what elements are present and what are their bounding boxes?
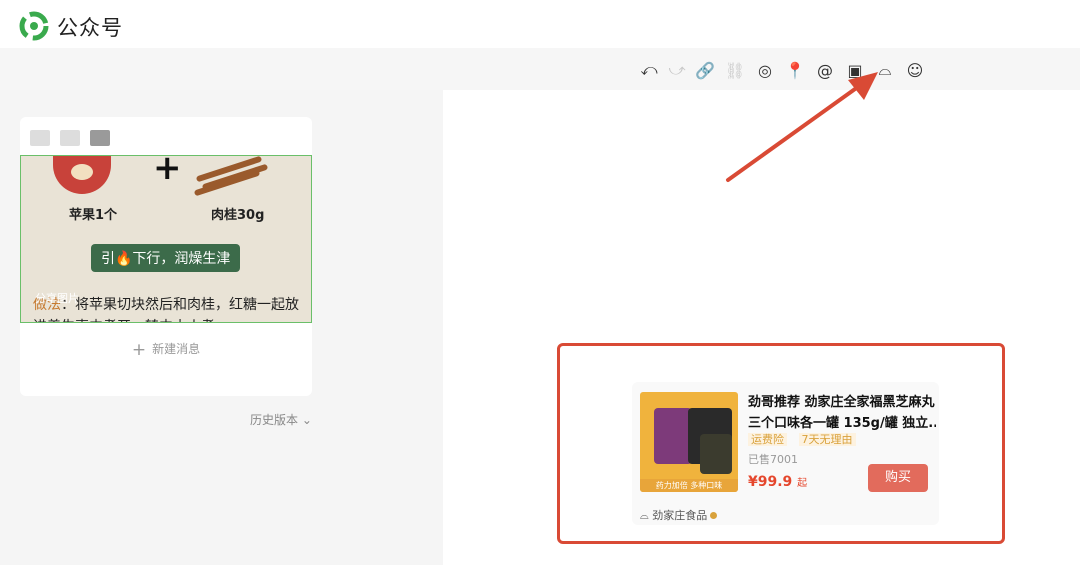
- product-image-caption: 药力加倍 多种口味: [640, 479, 738, 492]
- product-tags: 运费险 7天无理由: [748, 431, 864, 447]
- shop-icon[interactable]: ⌓: [874, 59, 896, 81]
- unlink-icon[interactable]: ⛓: [724, 59, 746, 81]
- redo-icon[interactable]: ⤻: [666, 59, 688, 81]
- mention-icon[interactable]: @: [814, 59, 836, 81]
- jar-image: [700, 434, 732, 474]
- jar-image: [654, 408, 692, 464]
- verified-badge-icon: [710, 512, 718, 519]
- new-message-label: 新建消息: [152, 342, 201, 356]
- thumb-tag: 引🔥下行，润燥生津: [91, 244, 241, 272]
- price-value: ¥99.9: [748, 474, 793, 490]
- shop-icon: ⌓: [640, 509, 649, 522]
- history-version-link[interactable]: 历史版本 ⌄: [250, 411, 312, 428]
- shop-info: ⌓ 劲家庄食品: [640, 507, 718, 523]
- thumb-label-cinnamon: 肉桂30g: [211, 208, 265, 223]
- app-title: 公众号: [57, 16, 123, 40]
- blurred-avatar: [30, 130, 50, 146]
- new-message-button[interactable]: + 新建消息: [20, 340, 312, 360]
- top-bar: 公众号: [0, 0, 1080, 48]
- product-tag: 运费险: [748, 433, 787, 446]
- price-suffix: 起: [797, 478, 808, 489]
- product-price: ¥99.9 起: [748, 474, 807, 490]
- emoji-icon[interactable]: ☺: [904, 59, 926, 81]
- buy-button[interactable]: 购买: [868, 464, 928, 492]
- location-icon[interactable]: 📍: [784, 59, 806, 81]
- apple-image: [53, 156, 111, 194]
- inbox-icon[interactable]: ▣: [844, 59, 866, 81]
- chevron-down-icon: ⌄: [301, 413, 312, 427]
- mini-program-icon[interactable]: ◎: [754, 59, 776, 81]
- undo-icon[interactable]: ⤺: [638, 59, 660, 81]
- product-image: 药力加倍 多种口味: [640, 392, 738, 492]
- product-sold-count: 已售7001: [748, 453, 798, 466]
- plus-sign: +: [153, 155, 182, 188]
- product-tag: 7天无理由: [798, 433, 856, 446]
- blurred-badge: [90, 130, 110, 146]
- card-header-blurred: [30, 130, 110, 146]
- history-label: 历史版本: [250, 413, 299, 427]
- blurred-name: [60, 130, 80, 146]
- product-title: 劲哥推荐 劲家庄全家福黑芝麻丸 三个口味各一罐 135g/罐 独立...: [748, 392, 936, 434]
- app-logo-icon: [19, 11, 49, 41]
- product-title-line1: 劲哥推荐 劲家庄全家福黑芝麻丸: [748, 395, 935, 410]
- thumb-label-apple: 苹果1个: [69, 208, 118, 223]
- cinnamon-image: [191, 156, 277, 197]
- share-image-label: 分享图片: [35, 292, 79, 305]
- link-icon[interactable]: 🔗: [694, 59, 716, 81]
- article-thumbnail[interactable]: + 苹果1个 肉桂30g 引🔥下行，润燥生津 做法：将苹果切块然后和肉桂，红糖一…: [20, 155, 312, 323]
- shop-name: 劲家庄食品: [652, 509, 708, 522]
- plus-icon: +: [131, 340, 147, 360]
